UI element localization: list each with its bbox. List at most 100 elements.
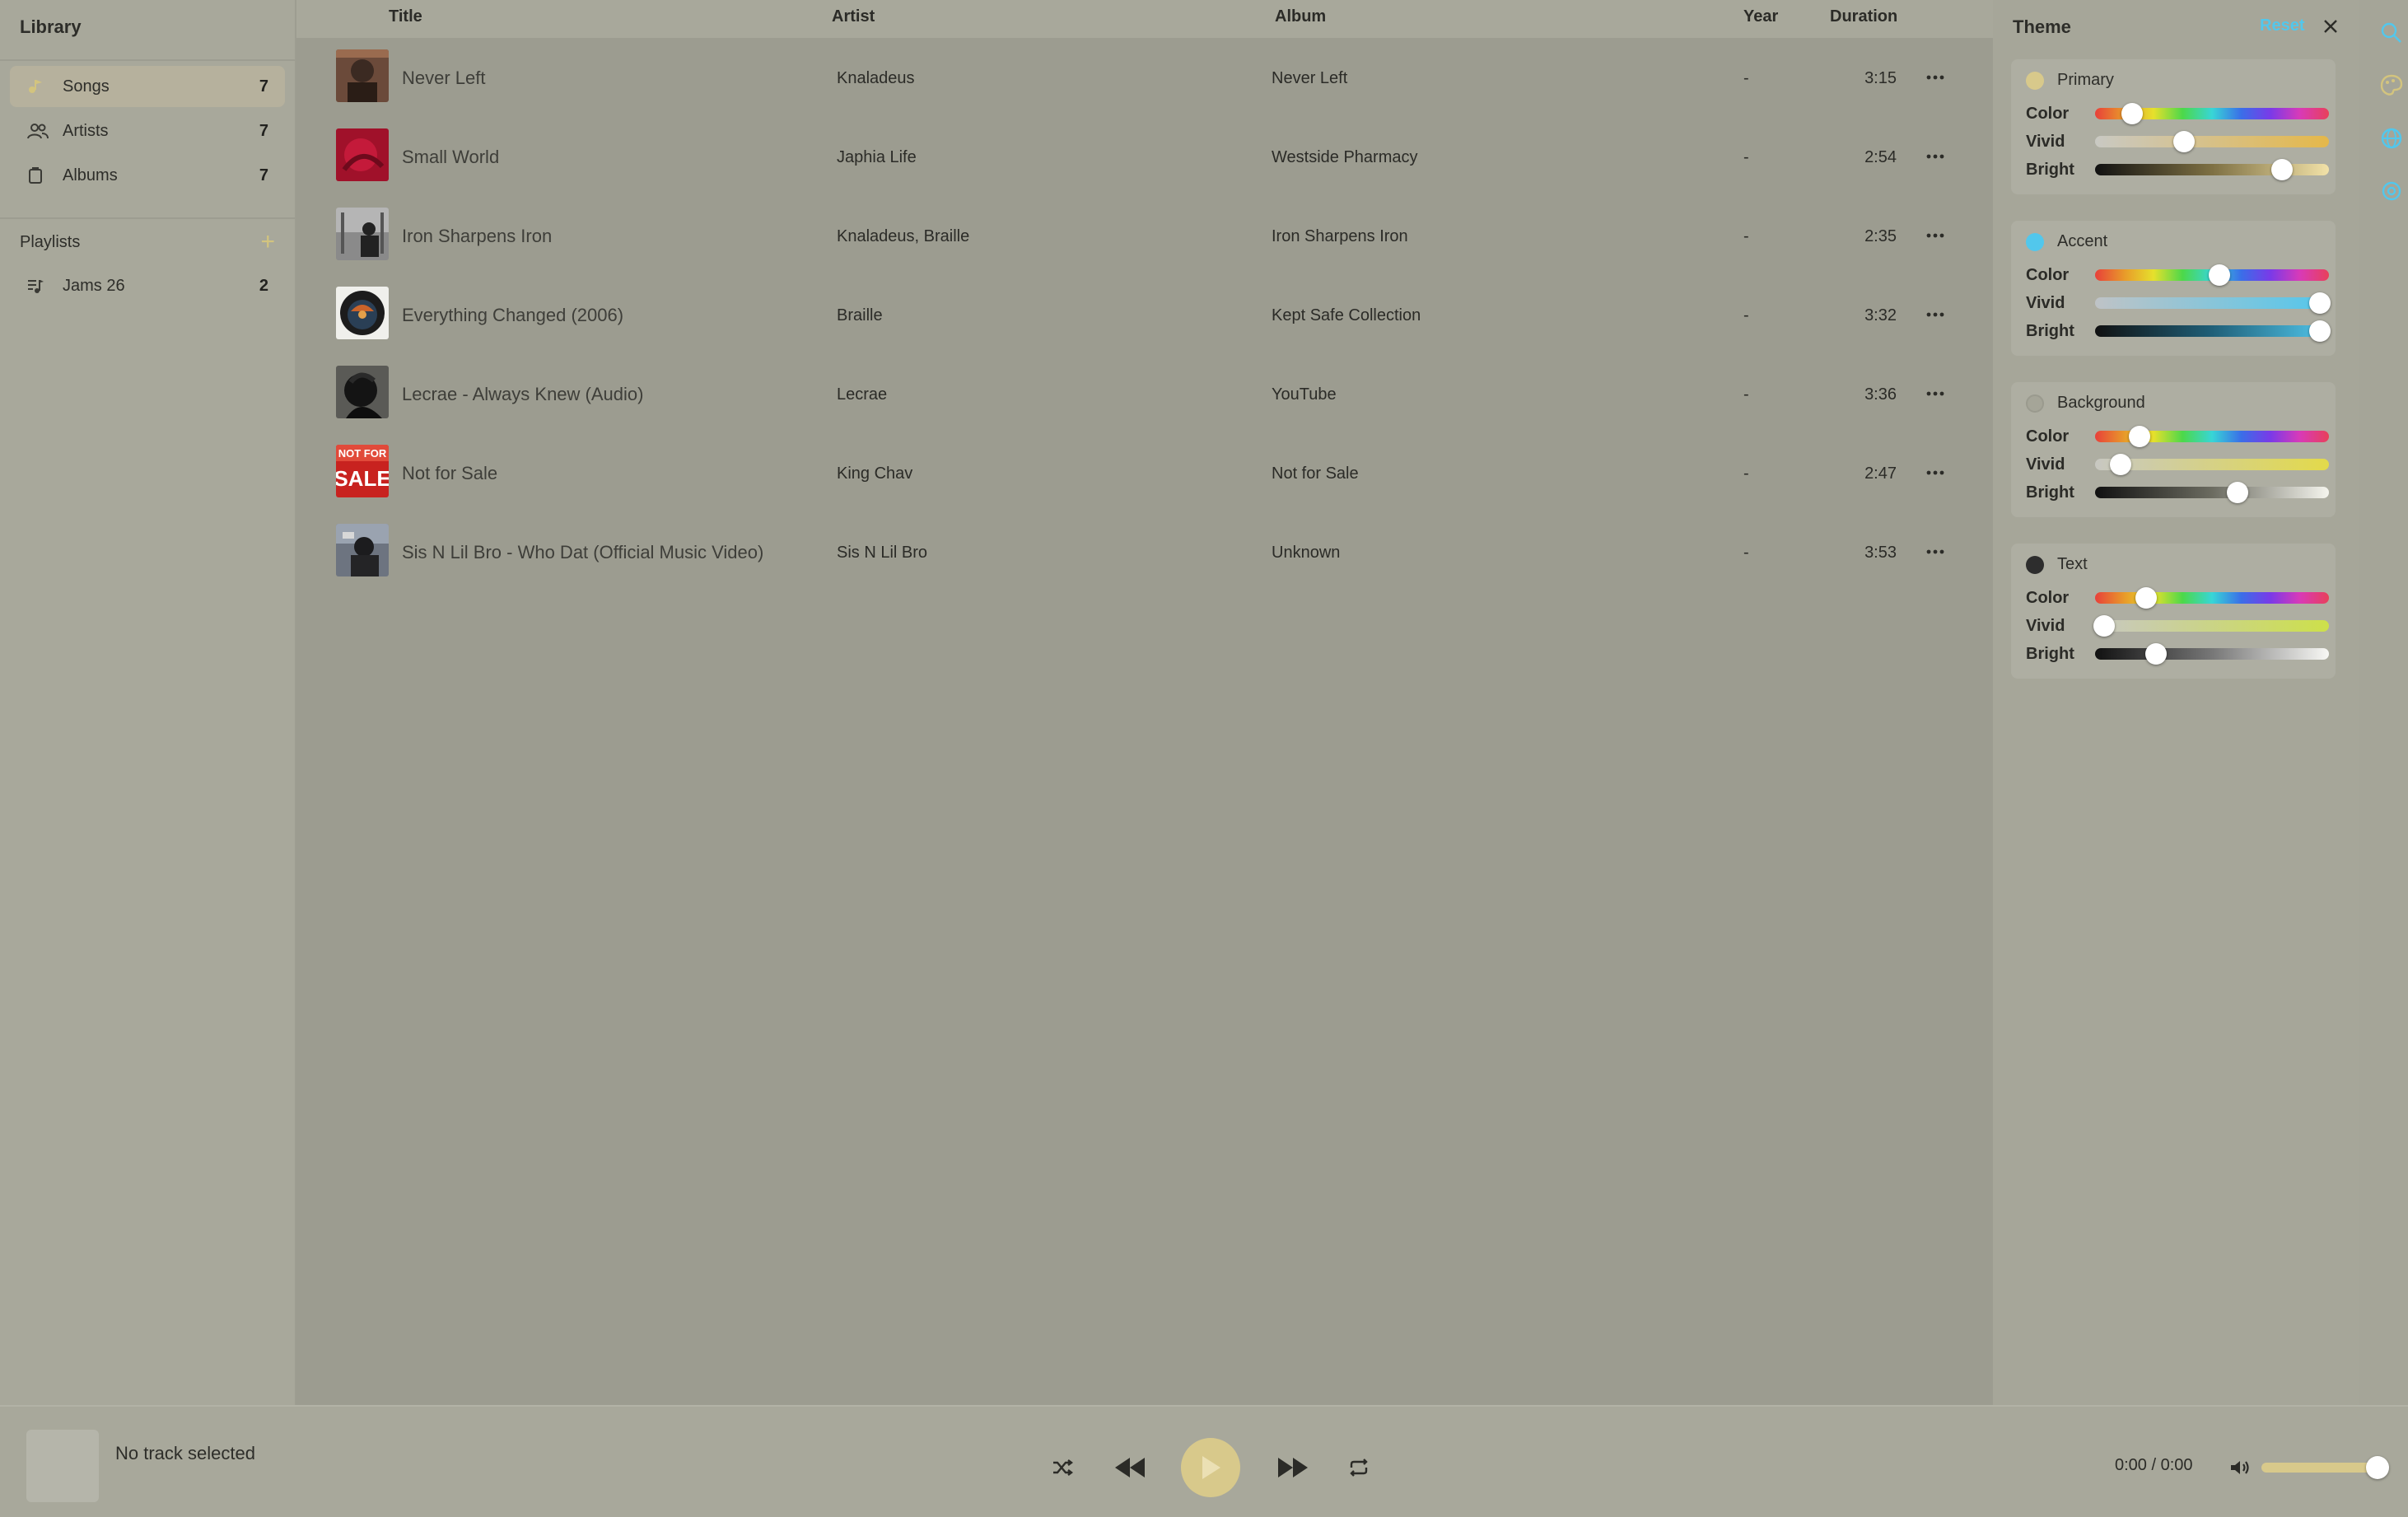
sidebar-item-playlist[interactable]: Jams 26 2 — [10, 265, 285, 306]
slider-knob[interactable] — [2271, 159, 2294, 180]
slider-knob[interactable] — [2144, 643, 2167, 665]
song-row[interactable]: Sis N Lil Bro - Who Dat (Official Music … — [296, 512, 1993, 591]
slider-label: Bright — [2026, 161, 2074, 179]
slider-knob[interactable] — [2172, 131, 2195, 152]
column-album[interactable]: Album — [1275, 7, 1326, 26]
slider-knob[interactable] — [2093, 615, 2116, 637]
thumbnail-text-top: NOT FOR — [338, 447, 387, 460]
text-color-slider[interactable]: Color — [2026, 587, 2329, 609]
more-options-icon[interactable] — [1920, 221, 1950, 250]
slider-knob[interactable] — [2308, 292, 2331, 314]
palette-icon[interactable] — [2378, 72, 2405, 99]
next-icon[interactable] — [1275, 1451, 1311, 1484]
song-year: - — [1743, 464, 1749, 483]
more-options-icon[interactable] — [1920, 63, 1950, 92]
slider-track[interactable] — [2093, 615, 2329, 637]
play-button[interactable] — [1181, 1438, 1240, 1497]
sidebar-item-label: Albums — [63, 166, 118, 184]
primary-color-slider[interactable]: Color — [2026, 103, 2329, 124]
column-year[interactable]: Year — [1743, 7, 1778, 26]
primary-bright-slider[interactable]: Bright — [2026, 159, 2329, 180]
slider-knob[interactable] — [2135, 587, 2158, 609]
song-artist: Knaladeus, Braille — [837, 227, 970, 245]
text-bright-slider[interactable]: Bright — [2026, 643, 2329, 665]
accent-color-slider[interactable]: Color — [2026, 264, 2329, 286]
slider-track[interactable] — [2095, 264, 2329, 286]
song-duration: 3:15 — [1864, 69, 1897, 87]
slider-track[interactable] — [2095, 159, 2329, 180]
column-duration[interactable]: Duration — [1830, 7, 1897, 26]
song-year: - — [1743, 69, 1749, 87]
close-icon[interactable] — [2322, 18, 2339, 35]
slider-track[interactable] — [2095, 482, 2329, 503]
settings-icon[interactable] — [2378, 178, 2405, 204]
song-title: Sis N Lil Bro - Who Dat (Official Music … — [402, 542, 764, 562]
albums-count: 7 — [259, 166, 268, 184]
search-icon[interactable] — [2378, 20, 2405, 46]
album-art-thumbnail — [336, 208, 389, 260]
slider-label: Bright — [2026, 645, 2074, 663]
more-options-icon[interactable] — [1920, 537, 1950, 567]
slider-knob[interactable] — [2110, 454, 2132, 475]
song-row[interactable]: NOT FOR SALE Not for Sale King Chav Not … — [296, 433, 1993, 512]
slider-track[interactable] — [2095, 454, 2329, 475]
background-color-slider[interactable]: Color — [2026, 426, 2329, 447]
album-art-thumbnail — [336, 524, 389, 576]
play-icon — [1199, 1454, 1222, 1481]
slider-track[interactable] — [2095, 103, 2329, 124]
slider-knob[interactable] — [2227, 482, 2249, 503]
song-album: Westside Pharmacy — [1272, 148, 1418, 166]
slider-knob[interactable] — [2121, 103, 2144, 124]
song-artist: Japhia Life — [837, 148, 917, 166]
volume-slider[interactable] — [2261, 1456, 2390, 1479]
more-options-icon[interactable] — [1920, 379, 1950, 408]
song-row[interactable]: Small World Japhia Life Westside Pharmac… — [296, 117, 1993, 196]
globe-icon[interactable] — [2378, 125, 2405, 152]
slider-track[interactable] — [2095, 643, 2329, 665]
song-row[interactable]: Never Left Knaladeus Never Left - 3:15 — [296, 38, 1993, 117]
slider-track[interactable] — [2095, 426, 2329, 447]
theme-title: Theme — [2013, 16, 2071, 37]
accent-bright-slider[interactable]: Bright — [2026, 320, 2331, 342]
column-artist[interactable]: Artist — [832, 7, 875, 26]
primary-vivid-slider[interactable]: Vivid — [2026, 131, 2329, 152]
previous-icon[interactable] — [1112, 1451, 1148, 1484]
column-title[interactable]: Title — [389, 7, 422, 26]
song-title: Never Left — [402, 68, 486, 88]
song-year: - — [1743, 385, 1749, 404]
more-options-icon[interactable] — [1920, 458, 1950, 488]
theme-group-name: Accent — [2057, 232, 2108, 250]
more-options-icon[interactable] — [1920, 300, 1950, 329]
slider-track[interactable] — [2095, 587, 2329, 609]
add-playlist-icon[interactable]: + — [260, 230, 275, 254]
songs-count: 7 — [259, 77, 268, 96]
slider-track[interactable] — [2095, 131, 2329, 152]
song-album: Never Left — [1272, 69, 1348, 87]
song-row[interactable]: Lecrae - Always Knew (Audio) Lecrae YouT… — [296, 354, 1993, 433]
slider-knob[interactable] — [2308, 320, 2331, 342]
text-vivid-slider[interactable]: Vivid — [2026, 615, 2329, 637]
color-swatch — [2026, 71, 2044, 90]
volume-knob[interactable] — [2366, 1456, 2390, 1479]
background-bright-slider[interactable]: Bright — [2026, 482, 2329, 503]
background-vivid-slider[interactable]: Vivid — [2026, 454, 2329, 475]
playlists-header: Playlists + — [20, 230, 275, 254]
song-row[interactable]: Iron Sharpens Iron Knaladeus, Braille Ir… — [296, 196, 1993, 275]
slider-knob[interactable] — [2208, 264, 2230, 286]
more-options-icon[interactable] — [1920, 142, 1950, 171]
accent-vivid-slider[interactable]: Vivid — [2026, 292, 2331, 314]
song-album: YouTube — [1272, 385, 1337, 404]
artists-count: 7 — [259, 121, 268, 140]
slider-knob[interactable] — [2128, 426, 2150, 447]
volume-icon[interactable] — [2228, 1456, 2252, 1479]
slider-track[interactable] — [2095, 292, 2331, 314]
sidebar-item-artists[interactable]: Artists 7 — [10, 110, 285, 152]
repeat-icon[interactable] — [1344, 1453, 1374, 1482]
shuffle-icon[interactable] — [1048, 1453, 1077, 1482]
song-title: Everything Changed (2006) — [402, 305, 624, 325]
reset-button[interactable]: Reset — [2260, 16, 2304, 35]
sidebar-item-albums[interactable]: Albums 7 — [10, 155, 285, 196]
song-row[interactable]: Everything Changed (2006) Braille Kept S… — [296, 275, 1993, 354]
slider-track[interactable] — [2095, 320, 2331, 342]
sidebar-item-songs[interactable]: Songs 7 — [10, 66, 285, 107]
